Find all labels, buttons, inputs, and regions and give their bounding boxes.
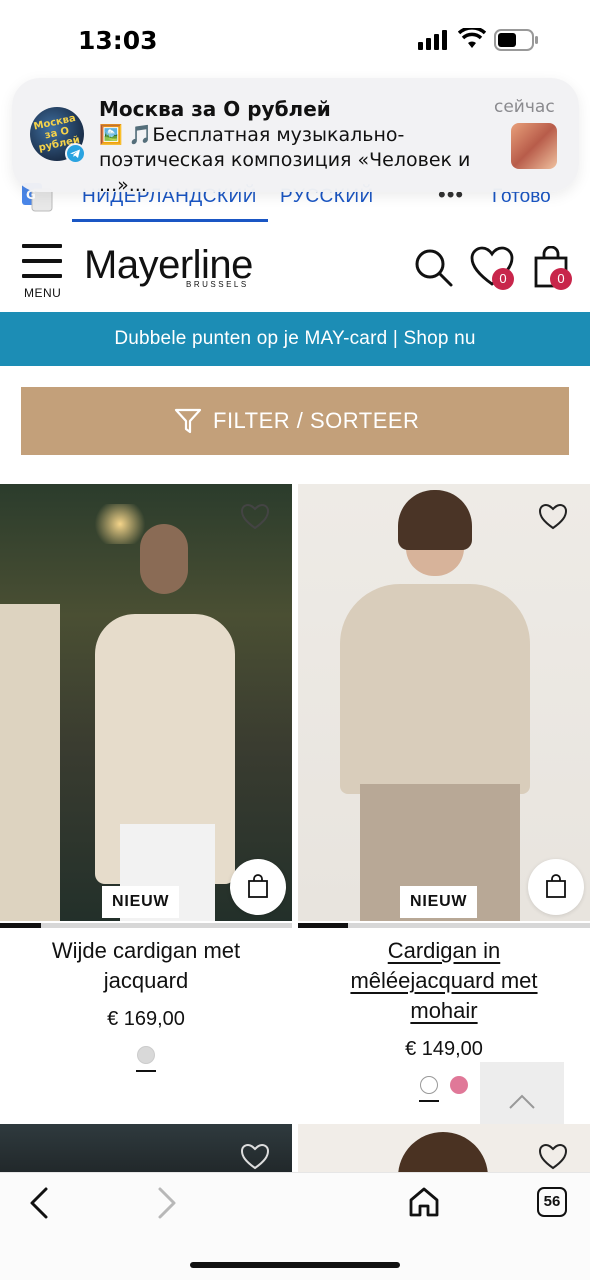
product-image[interactable]: [298, 484, 590, 921]
shopping-bag-icon: [546, 874, 566, 898]
forward-arrow-icon[interactable]: [154, 1186, 180, 1220]
telegram-icon: [65, 143, 86, 164]
promo-banner[interactable]: Dubbele punten op je MAY-card | Shop nu: [0, 312, 590, 366]
image-carousel-progress-fill: [298, 923, 348, 928]
search-icon[interactable]: [414, 248, 454, 288]
home-icon[interactable]: [408, 1186, 440, 1218]
color-swatch[interactable]: [420, 1076, 438, 1094]
add-to-wishlist-heart-icon[interactable]: [240, 1143, 270, 1171]
product-photo-subject: [340, 584, 530, 794]
product-price: € 149,00: [405, 1038, 483, 1060]
back-arrow-icon[interactable]: [26, 1186, 52, 1220]
filter-sort-button[interactable]: FILTER / SORTEER: [21, 387, 569, 455]
notification-time: сейчас: [494, 97, 555, 117]
cellular-signal-icon: [418, 30, 447, 50]
home-indicator: [190, 1262, 400, 1268]
selected-swatch-underline: [419, 1100, 439, 1102]
notification-body: 🖼️ 🎵Бесплатная музыкально-поэтическая ко…: [99, 124, 471, 196]
color-swatch[interactable]: [450, 1076, 468, 1094]
wifi-icon: [458, 28, 486, 48]
add-to-wishlist-heart-icon[interactable]: [240, 503, 270, 531]
notification-thumbnail: [511, 123, 557, 169]
hamburger-menu-icon[interactable]: [22, 244, 62, 278]
new-badge: NIEUW: [102, 886, 180, 918]
status-bar: 13:03: [0, 0, 590, 80]
battery-icon: [494, 29, 538, 51]
wishlist-count-badge: 0: [492, 268, 514, 290]
filter-funnel-icon: [174, 408, 202, 434]
add-to-wishlist-heart-icon[interactable]: [538, 1143, 568, 1171]
image-carousel-progress: [0, 923, 292, 928]
image-carousel-progress: [298, 923, 590, 928]
filter-sort-label: FILTER / SORTEER: [213, 408, 420, 433]
shopping-bag-icon: [248, 874, 268, 898]
status-time: 13:03: [78, 26, 158, 55]
add-to-wishlist-heart-icon[interactable]: [538, 503, 568, 531]
product-name-link[interactable]: Cardigan in mêléejacquard met mohair: [318, 936, 570, 1026]
quick-add-bag-button[interactable]: [230, 859, 286, 915]
product-price: € 169,00: [107, 1008, 185, 1030]
cart-count-badge: 0: [550, 268, 572, 290]
color-swatch[interactable]: [137, 1046, 155, 1064]
quick-add-bag-button[interactable]: [528, 859, 584, 915]
brand-logo-subtitle: BRUSSELS: [186, 280, 249, 289]
product-image[interactable]: [0, 484, 292, 921]
new-badge: NIEUW: [400, 886, 478, 918]
product-photo-subject-hair: [398, 490, 472, 550]
product-name[interactable]: Wijde cardigan met jacquard: [20, 936, 272, 996]
tabs-count-button[interactable]: 56: [537, 1187, 567, 1217]
menu-label[interactable]: MENU: [24, 286, 61, 300]
notification-title: Москва за О рублей: [99, 97, 331, 121]
product-photo-lights: [90, 504, 150, 544]
selected-swatch-underline: [136, 1070, 156, 1072]
active-tab-underline: [72, 219, 268, 222]
product-photo-left-figure: [0, 604, 60, 921]
image-carousel-progress-fill: [0, 923, 41, 928]
